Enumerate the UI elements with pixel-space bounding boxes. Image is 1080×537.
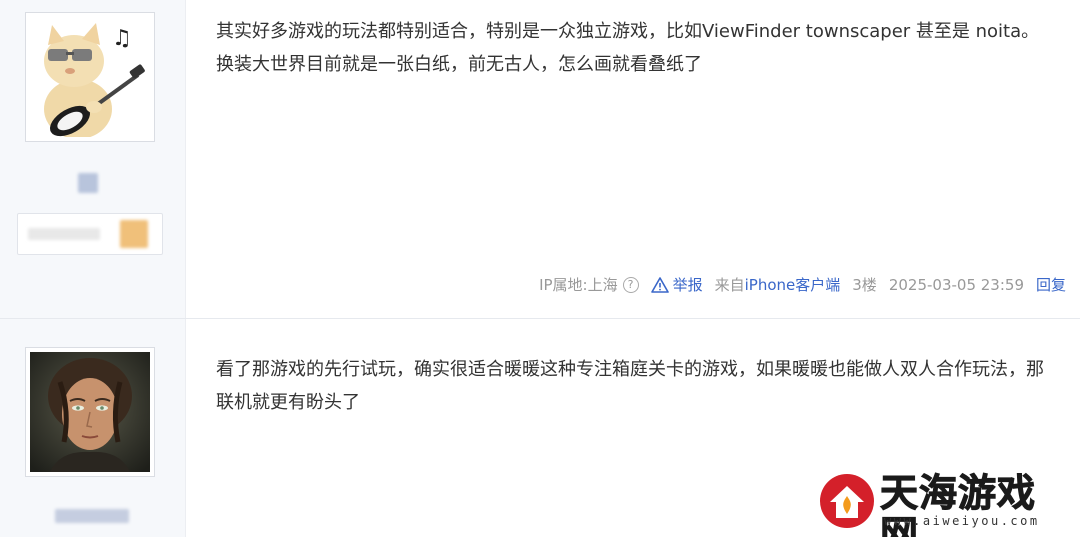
badge-text-blurred xyxy=(28,228,100,240)
painted-portrait-avatar xyxy=(30,352,150,472)
post-content: 其实好多游戏的玩法都特别适合，特别是一众独立游戏，比如ViewFinder to… xyxy=(216,21,1040,75)
post-source: 来自 iPhone客户端 xyxy=(715,274,841,295)
post-meta: IP属地:上海 ? 举报 来自 iPhone客户端 3楼 2025-03-05 … xyxy=(539,274,1066,295)
question-icon[interactable]: ? xyxy=(622,276,639,293)
report-button[interactable]: 举报 xyxy=(650,274,703,295)
user-sidebar xyxy=(0,319,186,537)
svg-text:♫: ♫ xyxy=(112,26,132,51)
ip-location-text: IP属地:上海 xyxy=(539,276,618,294)
username-blurred[interactable] xyxy=(55,509,129,523)
floor-number: 3楼 xyxy=(852,276,877,294)
watermark-logo-icon xyxy=(820,474,874,528)
site-watermark: 天海游戏网 www.aiweiyou.com xyxy=(818,470,1068,537)
avatar[interactable] xyxy=(25,347,155,477)
report-label: 举报 xyxy=(672,276,703,294)
ip-location: IP属地:上海 ? xyxy=(539,274,639,295)
post-time: 2025-03-05 23:59 xyxy=(888,275,1024,294)
user-sidebar: ♫ xyxy=(0,0,186,318)
watermark-url: www.aiweiyou.com xyxy=(884,514,1040,528)
source-prefix: 来自 xyxy=(714,276,745,294)
warning-icon xyxy=(650,276,669,293)
post-content: 看了那游戏的先行试玩，确实很适合暖暖这种专注箱庭关卡的游戏，如果暖暖也能做人双人… xyxy=(216,359,1044,413)
source-link[interactable]: iPhone客户端 xyxy=(745,274,841,295)
cat-sunglasses-guitar-avatar: ♫ xyxy=(30,17,150,137)
badge-icon xyxy=(120,220,148,248)
avatar[interactable]: ♫ xyxy=(25,12,155,142)
reply-button[interactable]: 回复 xyxy=(1036,274,1066,295)
username-blurred[interactable] xyxy=(78,173,98,193)
post-floor-3: ♫ 其实好多游戏的玩法都特别适合，特别是一众独立游戏，比如ViewFinder … xyxy=(0,0,1080,319)
user-badge xyxy=(17,213,163,255)
